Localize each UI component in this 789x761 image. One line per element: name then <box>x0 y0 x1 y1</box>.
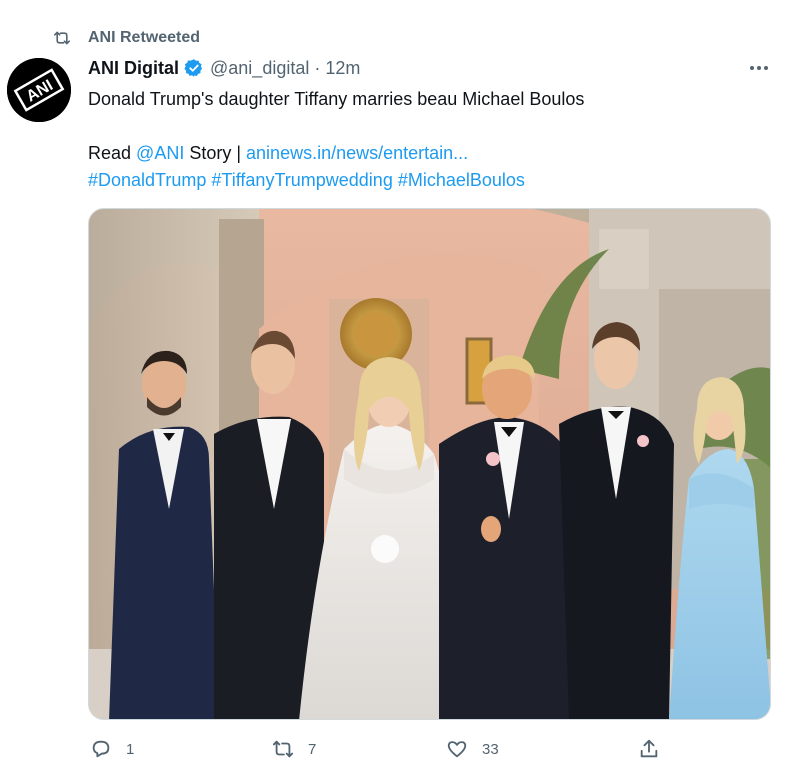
tweet-photo[interactable] <box>88 208 771 720</box>
reply-icon <box>92 740 110 758</box>
author-handle[interactable]: @ani_digital <box>210 58 309 79</box>
hashtags-line: #DonaldTrump #TiffanyTrumpwedding #Micha… <box>88 167 768 194</box>
read-prefix: Read <box>88 143 137 163</box>
share-button[interactable] <box>638 738 660 760</box>
heart-icon <box>447 741 467 758</box>
retweet-button[interactable]: 7 <box>272 738 316 760</box>
reply-button[interactable]: 1 <box>90 738 134 760</box>
avatar[interactable]: ANI <box>7 58 71 122</box>
story-text: Story | <box>184 143 247 163</box>
retweet-indicator[interactable]: ANI Retweeted <box>52 28 200 48</box>
tweet-actions: 1 7 33 <box>88 738 768 761</box>
hashtag-link[interactable]: #TiffanyTrumpwedding <box>211 170 392 190</box>
retweet-icon <box>272 740 294 758</box>
separator-dot: · <box>314 57 321 78</box>
tweet-headline: Donald Trump's daughter Tiffany marries … <box>88 89 585 109</box>
tweet-text: Donald Trump's daughter Tiffany marries … <box>88 86 768 194</box>
tweet-timestamp[interactable]: 12m <box>325 58 360 79</box>
like-button[interactable]: 33 <box>446 738 499 760</box>
tweet-header: ANI Digital @ani_digital · 12m <box>88 56 360 80</box>
hashtag-link[interactable]: #DonaldTrump <box>88 170 206 190</box>
tweet-read-line: Read @ANI Story | aninews.in/news/entert… <box>88 140 768 167</box>
retweet-icon <box>54 31 70 45</box>
share-icon <box>640 739 658 758</box>
retweet-count: 7 <box>308 740 317 758</box>
wedding-photo-illustration <box>89 209 770 719</box>
author-name[interactable]: ANI Digital <box>88 58 179 79</box>
like-count: 33 <box>482 740 499 758</box>
article-link[interactable]: aninews.in/news/entertain... <box>246 143 468 163</box>
reply-count: 1 <box>126 740 135 758</box>
mention-link[interactable]: @ANI <box>136 143 184 163</box>
more-options-icon[interactable] <box>748 58 770 78</box>
retweeted-by-label[interactable]: ANI Retweeted <box>88 29 200 47</box>
verified-badge-icon <box>184 59 203 77</box>
hashtag-link[interactable]: #MichaelBoulos <box>398 170 525 190</box>
